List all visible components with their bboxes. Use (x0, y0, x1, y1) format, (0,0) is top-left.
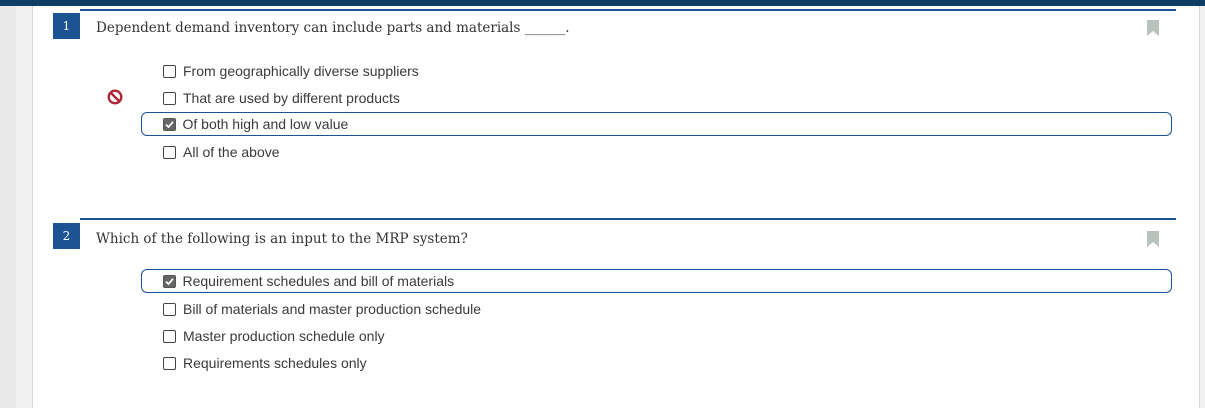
answer-choice[interactable]: Bill of materials and master production … (141, 298, 1172, 320)
checkbox-checked[interactable] (162, 117, 176, 131)
bookmark-icon[interactable] (1147, 20, 1159, 36)
question-divider (80, 9, 1176, 11)
answer-choice[interactable]: Requirements schedules only (141, 352, 1172, 374)
checkbox[interactable] (163, 356, 176, 370)
answer-choice-label: Bill of materials and master production … (183, 301, 482, 317)
question-text: Which of the following is an input to th… (96, 231, 468, 247)
left-margin (0, 6, 16, 408)
checkbox[interactable] (163, 145, 176, 159)
answer-choice[interactable]: All of the above (141, 141, 1172, 163)
question-number-badge: 2 (53, 223, 80, 249)
checkbox-checked[interactable] (162, 274, 176, 288)
checkmark-icon (164, 277, 174, 285)
checkbox[interactable] (163, 64, 176, 78)
answer-choice-label: That are used by different products (183, 90, 400, 106)
answer-choice[interactable]: From geographically diverse suppliers (141, 60, 1172, 82)
checkbox[interactable] (163, 91, 176, 105)
answer-choice-label: Of both high and low value (182, 116, 349, 132)
question-text: Dependent demand inventory can include p… (96, 20, 570, 36)
answer-choice-selected[interactable]: Of both high and low value (141, 112, 1172, 136)
checkbox[interactable] (163, 302, 176, 316)
answer-choice-label: Requirements schedules only (183, 355, 367, 371)
question-divider (80, 218, 1176, 220)
quiz-panel: 1 Dependent demand inventory can include… (32, 6, 1200, 408)
answer-choice[interactable]: Master production schedule only (141, 325, 1172, 347)
answer-choice-label: Requirement schedules and bill of materi… (182, 273, 455, 289)
answer-choice-label: All of the above (183, 144, 280, 160)
answer-choice[interactable]: That are used by different products (141, 87, 1172, 109)
answer-choice-label: Master production schedule only (183, 328, 385, 344)
checkbox[interactable] (163, 329, 176, 343)
question-number-badge: 1 (53, 13, 80, 39)
incorrect-circle-slash-icon (107, 89, 123, 105)
checkmark-icon (164, 120, 174, 128)
answer-choice-label: From geographically diverse suppliers (183, 63, 419, 79)
bookmark-icon[interactable] (1147, 231, 1159, 247)
answer-choice-selected[interactable]: Requirement schedules and bill of materi… (141, 269, 1172, 293)
